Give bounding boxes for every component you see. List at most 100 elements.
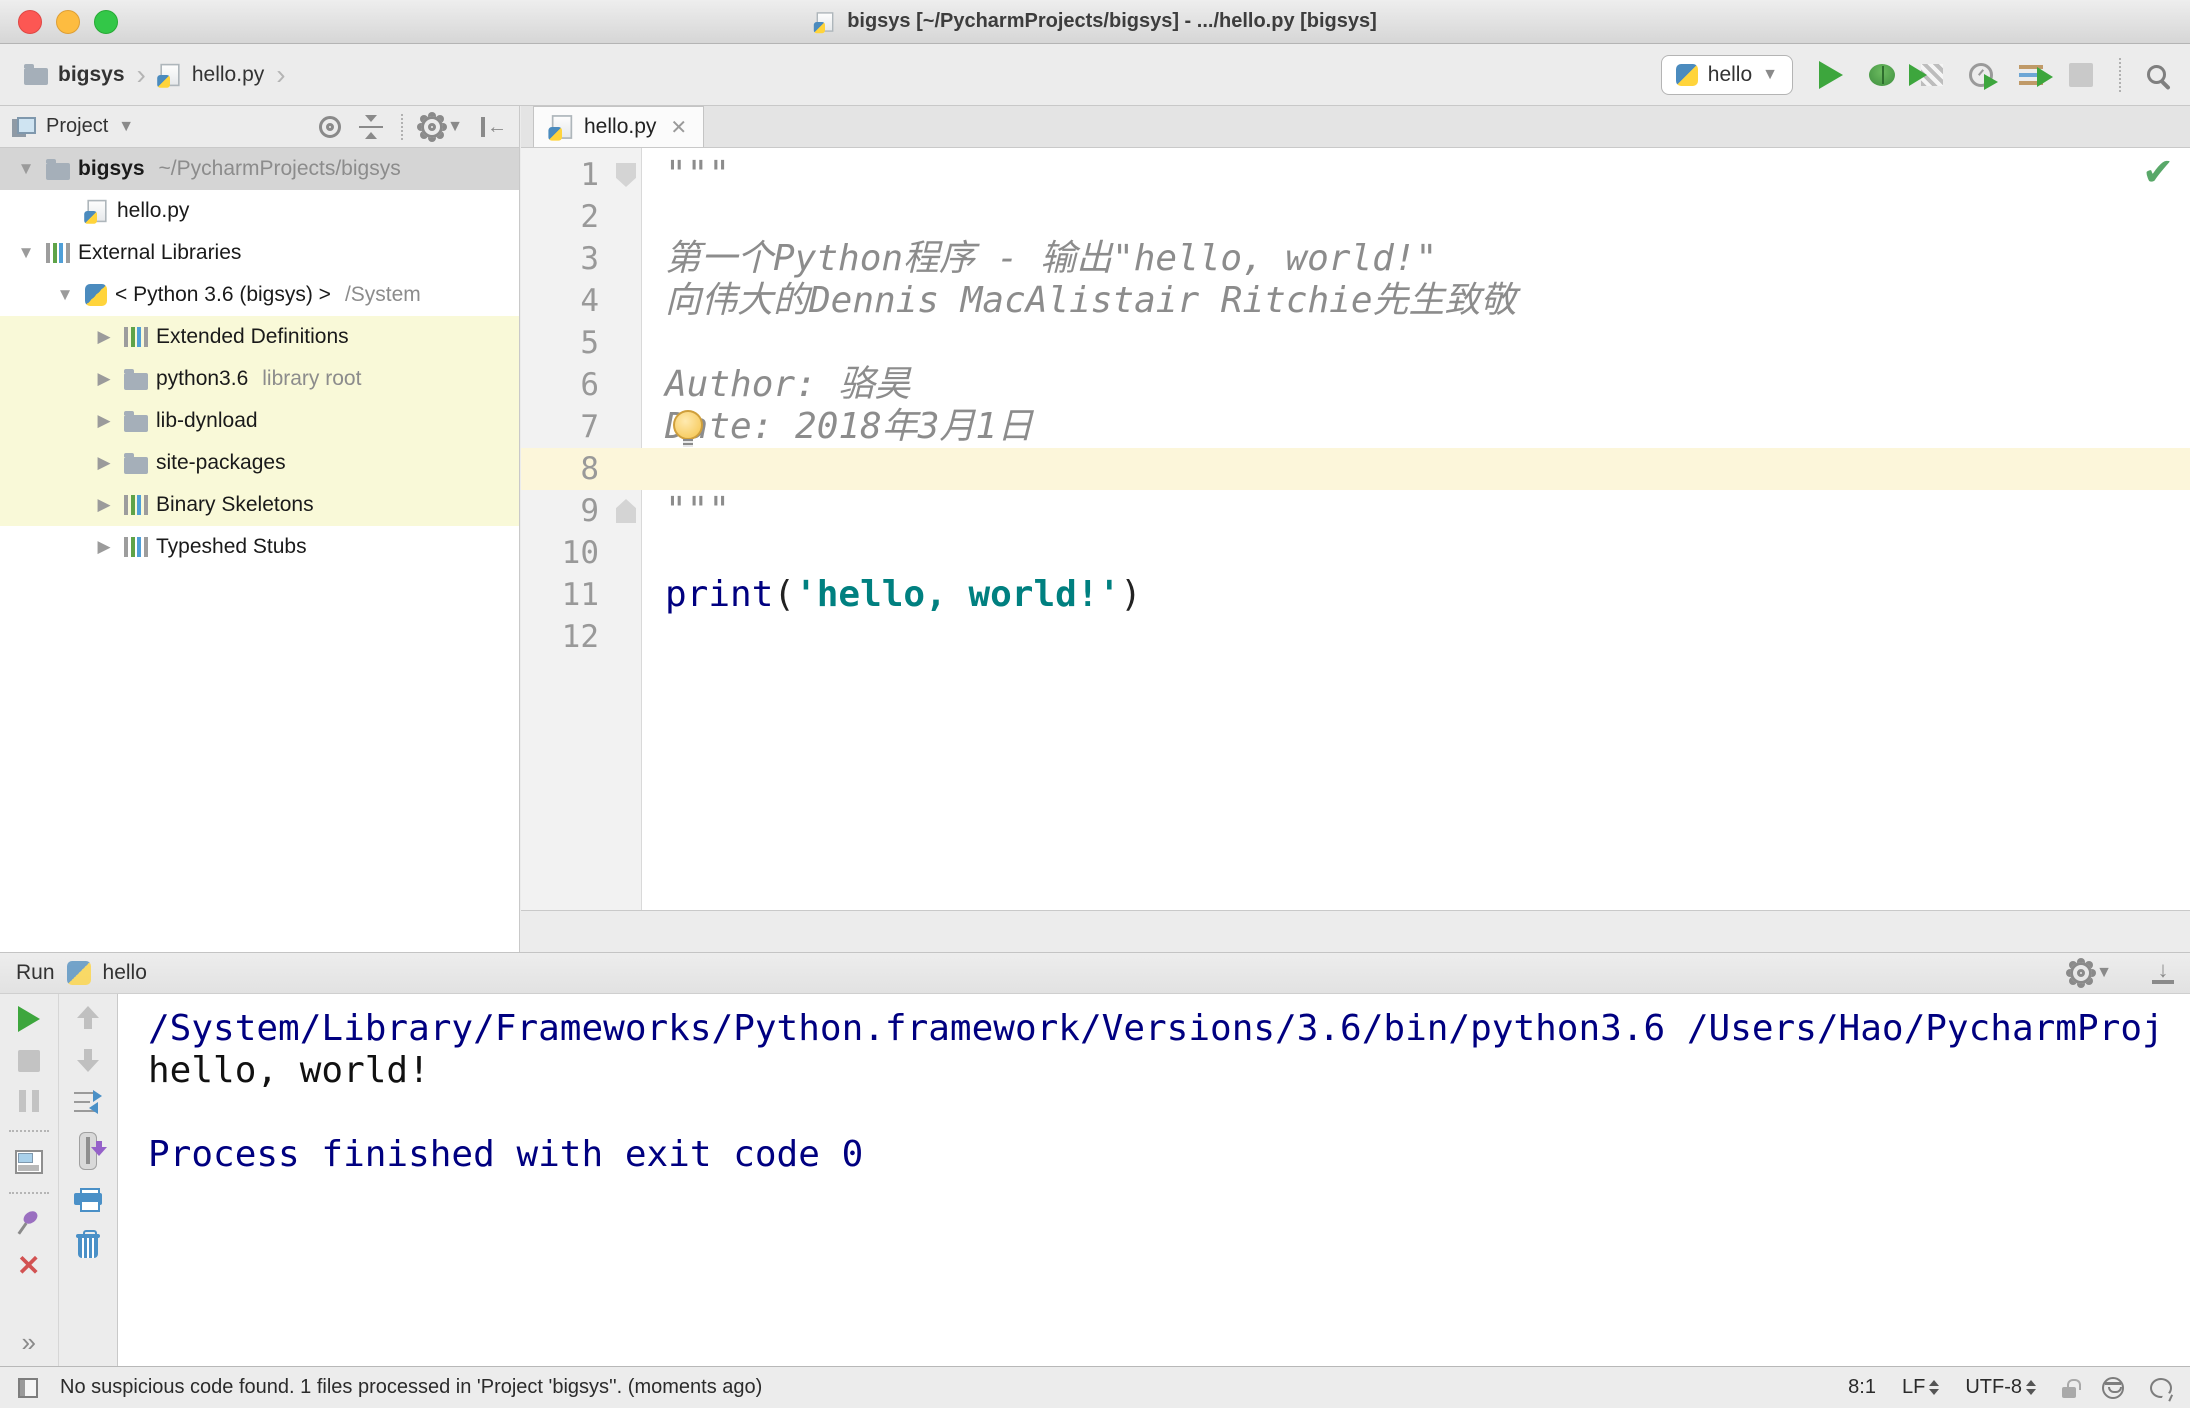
collapsed-arrow-icon[interactable]: ▶ xyxy=(92,327,116,347)
scroll-to-end-icon xyxy=(85,1137,90,1164)
code-line-2[interactable]: 2 xyxy=(521,196,2190,238)
fold-gutter xyxy=(613,616,641,658)
hector-inspector-icon[interactable] xyxy=(2102,1376,2124,1399)
run-button[interactable] xyxy=(1819,60,1843,89)
python-icon xyxy=(66,961,91,985)
rerun-button[interactable] xyxy=(17,1006,40,1032)
concurrency-diagram-button[interactable] xyxy=(2019,64,2053,87)
tree-item-site-packages[interactable]: ▶ site-packages xyxy=(0,442,519,484)
soft-wrap-button[interactable] xyxy=(73,1090,102,1114)
code-line-8[interactable]: 8 xyxy=(521,448,2190,490)
panel-settings-button[interactable]: ▼ xyxy=(421,115,463,138)
fold-gutter xyxy=(613,364,641,406)
token-doc: """ xyxy=(665,490,731,531)
intention-bulb-icon[interactable] xyxy=(673,410,703,447)
scroll-to-end-button[interactable] xyxy=(78,1132,97,1170)
tab-hello-py[interactable]: hello.py ✕ xyxy=(533,106,705,147)
zoom-window-button[interactable] xyxy=(94,10,118,34)
code-text: print('hello, world!') xyxy=(641,574,1142,616)
tree-item-binary-skeletons[interactable]: ▶ Binary Skeletons xyxy=(0,484,519,526)
fold-marker-icon[interactable] xyxy=(616,499,636,523)
collapsed-arrow-icon[interactable]: ▶ xyxy=(92,411,116,431)
tree-item-typeshed-stubs[interactable]: ▶ Typeshed Stubs xyxy=(0,526,519,568)
clear-all-button[interactable] xyxy=(75,1230,100,1258)
status-bar: No suspicious code found. 1 files proces… xyxy=(0,1366,2190,1408)
code-line-6[interactable]: 6 Author: 骆昊 xyxy=(521,364,2190,406)
line-number: 5 xyxy=(580,325,599,361)
event-balloon-icon[interactable] xyxy=(2150,1377,2172,1398)
run-panel-title[interactable]: Run xyxy=(16,961,55,985)
code-line-5[interactable]: 5 xyxy=(521,322,2190,364)
close-window-button[interactable] xyxy=(18,10,42,34)
code-editor[interactable]: 1 """ 2 3 第一个Python程序 - 输出"hello, world!" 4 向伟… xyxy=(521,148,2190,910)
minimize-window-button[interactable] xyxy=(56,10,80,34)
project-panel-title[interactable]: Project xyxy=(46,115,108,138)
restore-layout-button[interactable] xyxy=(14,1150,43,1174)
code-line-12[interactable]: 12 xyxy=(521,616,2190,658)
code-line-7[interactable]: 7 Date: 2018年3月1日 xyxy=(521,406,2190,448)
library-icon xyxy=(124,537,148,557)
hide-panel-button[interactable]: ← xyxy=(481,116,507,137)
line-separator: LF xyxy=(1901,1376,1926,1398)
run-panel-config-label[interactable]: hello xyxy=(103,961,147,985)
code-line-11[interactable]: 11 print('hello, world!') xyxy=(521,574,2190,616)
tree-item-lib-dynload[interactable]: ▶ lib-dynload xyxy=(0,400,519,442)
print-button[interactable] xyxy=(73,1188,102,1212)
expanded-arrow-icon[interactable]: ▼ xyxy=(53,285,77,305)
tree-item-external-libraries[interactable]: ▼ External Libraries xyxy=(0,232,519,274)
more-actions-button[interactable]: » xyxy=(22,1329,36,1355)
inspections-ok-icon[interactable]: ✔ xyxy=(2142,150,2174,194)
collapse-all-button[interactable] xyxy=(359,114,384,139)
tree-item-extended-definitions[interactable]: ▶ Extended Definitions xyxy=(0,316,519,358)
collapsed-arrow-icon[interactable]: ▶ xyxy=(92,537,116,557)
fold-marker-icon[interactable] xyxy=(616,163,636,187)
tree-item-python3-6[interactable]: ▶ python3.6 library root xyxy=(0,358,519,400)
search-everywhere-button[interactable] xyxy=(2147,65,2166,84)
pin-tab-button[interactable] xyxy=(17,1212,41,1236)
run-with-coverage-button[interactable] xyxy=(1909,63,1943,86)
hide-panel-down-button[interactable]: ↓ xyxy=(2152,959,2174,984)
status-message[interactable]: No suspicious code found. 1 files proces… xyxy=(60,1376,762,1399)
tree-item-python-3-6-bigsys[interactable]: ▼ < Python 3.6 (bigsys) > /System xyxy=(0,274,519,316)
code-line-4[interactable]: 4 向伟大的Dennis MacAlistair Ritchie先生致敬 xyxy=(521,280,2190,322)
caret-position-widget[interactable]: 8:1 xyxy=(1848,1376,1876,1399)
code-line-1[interactable]: 1 """ xyxy=(521,154,2190,196)
tree-item-hello-py[interactable]: hello.py xyxy=(0,190,519,232)
debug-button[interactable] xyxy=(1869,63,1895,86)
folder-icon xyxy=(124,368,148,390)
breadcrumb-separator: › xyxy=(136,58,146,90)
chevron-down-icon[interactable]: ▼ xyxy=(118,118,134,136)
expanded-arrow-icon[interactable]: ▼ xyxy=(14,243,38,263)
breadcrumb-item-hello-py[interactable]: hello.py xyxy=(157,61,264,89)
toolbar-separator xyxy=(2119,57,2121,92)
collapsed-arrow-icon[interactable]: ▶ xyxy=(92,453,116,473)
code-line-3[interactable]: 3 第一个Python程序 - 输出"hello, world!" xyxy=(521,238,2190,280)
locate-file-button[interactable] xyxy=(319,115,342,138)
run-console[interactable]: /System/Library/Frameworks/Python.framew… xyxy=(118,994,2190,1366)
breadcrumb-item-bigsys[interactable]: bigsys xyxy=(24,63,125,87)
run-configuration-select[interactable]: hello ▼ xyxy=(1660,54,1793,95)
toolwindow-switcher-icon[interactable] xyxy=(18,1377,38,1398)
tree-item-bigsys[interactable]: ▼ bigsys ~/PycharmProjects/bigsys xyxy=(0,148,519,190)
code-line-10[interactable]: 10 xyxy=(521,532,2190,574)
collapsed-arrow-icon[interactable]: ▶ xyxy=(92,369,116,389)
run-panel-header[interactable]: Run hello ▼ ↓ xyxy=(0,952,2190,994)
collapsed-arrow-icon[interactable]: ▶ xyxy=(92,495,116,515)
expanded-arrow-icon[interactable]: ▼ xyxy=(14,159,38,179)
code-line-9[interactable]: 9 """ xyxy=(521,490,2190,532)
chevron-down-icon: ▼ xyxy=(447,117,463,135)
updown-arrows-icon xyxy=(2026,1380,2036,1395)
encoding-widget[interactable]: UTF-8 xyxy=(1965,1376,2036,1399)
fold-gutter xyxy=(613,406,641,448)
run-panel-settings-button[interactable]: ▼ xyxy=(2070,962,2112,984)
run-configuration-label: hello xyxy=(1707,62,1753,86)
line-number: 10 xyxy=(561,535,599,571)
close-tab-icon[interactable]: ✕ xyxy=(670,115,687,140)
lock-unlocked-icon[interactable] xyxy=(2062,1378,2081,1398)
line-separator-widget[interactable]: LF xyxy=(1902,1376,1939,1399)
fold-gutter xyxy=(613,574,641,616)
profiler-button[interactable] xyxy=(1969,62,1998,90)
close-run-panel-button[interactable]: ✕ xyxy=(17,1252,40,1280)
project-tree: ▼ bigsys ~/PycharmProjects/bigsys hello.py ▼… xyxy=(0,148,520,952)
